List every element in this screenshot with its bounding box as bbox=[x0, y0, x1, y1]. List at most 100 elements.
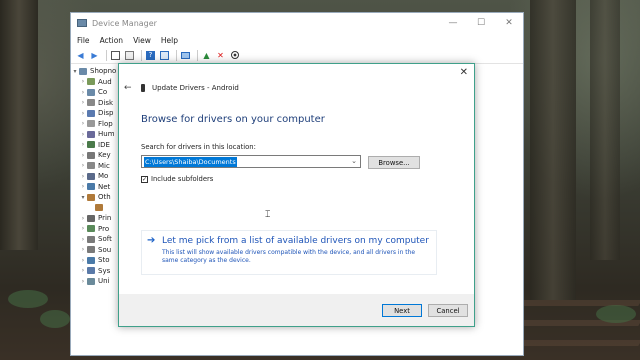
back-arrow-button[interactable]: ← bbox=[124, 83, 132, 93]
minimize-button[interactable]: — bbox=[439, 18, 467, 28]
device-category-icon bbox=[87, 246, 95, 254]
close-window-button[interactable]: ✕ bbox=[495, 18, 523, 28]
tree-item-label: Oth bbox=[98, 193, 111, 202]
toolbar: ◀ ▶ ? ▲ ✕ bbox=[71, 47, 523, 64]
device-category-icon bbox=[95, 204, 103, 212]
tree-item-label: Key bbox=[98, 151, 111, 160]
include-subfolders-checkbox[interactable]: ✓ bbox=[141, 175, 148, 183]
pick-from-list-option[interactable]: ➔ Let me pick from a list of available d… bbox=[141, 230, 437, 275]
disable-device-icon[interactable] bbox=[229, 50, 240, 61]
browse-button[interactable]: Browse... bbox=[368, 156, 420, 169]
chevron-right-icon[interactable]: › bbox=[79, 141, 87, 148]
chevron-right-icon[interactable]: › bbox=[79, 131, 87, 138]
chevron-right-icon[interactable]: › bbox=[79, 162, 87, 169]
chevron-right-icon[interactable]: › bbox=[79, 215, 87, 222]
tree-item-label: Disk bbox=[98, 98, 114, 107]
tree-item-label: Mic bbox=[98, 161, 110, 170]
include-subfolders-label: Include subfolders bbox=[151, 175, 214, 183]
chevron-right-icon[interactable]: › bbox=[79, 257, 87, 264]
search-location-label: Search for drivers in this location: bbox=[141, 143, 256, 151]
tree-item-label: IDE bbox=[98, 140, 110, 149]
device-category-icon bbox=[87, 172, 95, 180]
dialog-title-text: Update Drivers - Android bbox=[152, 84, 239, 92]
chevron-right-icon[interactable]: › bbox=[79, 236, 87, 243]
menu-view[interactable]: View bbox=[133, 36, 151, 45]
help-icon[interactable]: ? bbox=[145, 50, 156, 61]
tree-item-label: Disp bbox=[98, 109, 114, 118]
chevron-right-icon[interactable]: › bbox=[79, 152, 87, 159]
driver-path-value[interactable]: C:\Users\Shaiba\Documents bbox=[144, 156, 237, 167]
driver-path-combobox[interactable]: C:\Users\Shaiba\Documents ⌄ bbox=[141, 155, 361, 168]
chevron-right-icon[interactable]: › bbox=[79, 278, 87, 285]
chevron-down-icon[interactable]: ▾ bbox=[71, 68, 79, 75]
tree-item-label: Uni bbox=[98, 277, 110, 286]
chevron-right-icon[interactable]: › bbox=[79, 89, 87, 96]
forward-arrow-icon[interactable]: ▶ bbox=[89, 50, 100, 61]
phone-icon bbox=[141, 84, 145, 92]
update-driver-icon[interactable] bbox=[159, 50, 170, 61]
dialog-close-button[interactable]: ✕ bbox=[460, 67, 468, 78]
tree-item-label: Prin bbox=[98, 214, 112, 223]
chevron-right-icon[interactable]: › bbox=[79, 173, 87, 180]
properties-icon[interactable] bbox=[124, 50, 135, 61]
device-category-icon bbox=[87, 78, 95, 86]
chevron-right-icon[interactable]: › bbox=[79, 267, 87, 274]
menu-help[interactable]: Help bbox=[161, 36, 178, 45]
device-manager-icon bbox=[77, 19, 87, 27]
back-arrow-icon[interactable]: ◀ bbox=[75, 50, 86, 61]
chevron-right-icon[interactable]: › bbox=[79, 120, 87, 127]
maximize-button[interactable]: ☐ bbox=[467, 18, 495, 28]
uninstall-x-icon[interactable]: ✕ bbox=[215, 50, 226, 61]
window-title: Device Manager bbox=[92, 18, 157, 28]
include-subfolders-option[interactable]: ✓ Include subfolders bbox=[141, 175, 213, 183]
show-hide-tree-icon[interactable] bbox=[110, 50, 121, 61]
menu-bar: File Action View Help bbox=[71, 33, 523, 47]
tree-item-label: Sou bbox=[98, 245, 112, 254]
next-button[interactable]: Next bbox=[382, 304, 422, 317]
device-category-icon bbox=[87, 225, 95, 233]
chevron-down-icon[interactable]: ⌄ bbox=[351, 157, 357, 165]
title-bar: Device Manager — ☐ ✕ bbox=[71, 13, 523, 33]
mouse-cursor-icon: ⌶ bbox=[265, 210, 271, 220]
cancel-button[interactable]: Cancel bbox=[428, 304, 468, 317]
add-driver-icon[interactable]: ▲ bbox=[201, 50, 212, 61]
scan-hardware-icon[interactable] bbox=[180, 50, 191, 61]
tree-item-label: Sto bbox=[98, 256, 110, 265]
tree-item-label: Mo bbox=[98, 172, 109, 181]
dialog-title: Update Drivers - Android bbox=[141, 84, 239, 92]
chevron-right-icon[interactable]: › bbox=[79, 246, 87, 253]
chevron-down-icon[interactable]: ▾ bbox=[79, 194, 87, 201]
tree-item-label: Hum bbox=[98, 130, 115, 139]
device-category-icon bbox=[87, 235, 95, 243]
menu-file[interactable]: File bbox=[77, 36, 90, 45]
device-category-icon bbox=[87, 162, 95, 170]
tree-item-label: Sys bbox=[98, 266, 111, 275]
chevron-right-icon[interactable]: › bbox=[79, 78, 87, 85]
tree-item-label: Aud bbox=[98, 77, 112, 86]
pick-from-list-title[interactable]: Let me pick from a list of available dri… bbox=[162, 236, 429, 246]
chevron-right-icon[interactable]: › bbox=[79, 99, 87, 106]
dialog-footer: Next Cancel bbox=[119, 294, 474, 326]
device-category-icon bbox=[87, 214, 95, 222]
device-category-icon bbox=[87, 151, 95, 159]
page-heading: Browse for drivers on your computer bbox=[141, 114, 325, 125]
chevron-right-icon[interactable]: › bbox=[79, 110, 87, 117]
device-category-icon bbox=[87, 120, 95, 128]
device-category-icon bbox=[87, 130, 95, 138]
tree-item-label: Co bbox=[98, 88, 108, 97]
pick-from-list-description: This list will show available drivers co… bbox=[162, 249, 416, 264]
arrow-right-icon: ➔ bbox=[147, 235, 156, 246]
tree-root-label: Shopno bbox=[90, 67, 117, 76]
tree-item-label: Soft bbox=[98, 235, 112, 244]
device-category-icon bbox=[87, 109, 95, 117]
update-drivers-dialog: ✕ ← Update Drivers - Android Browse for … bbox=[118, 63, 475, 327]
device-category-icon bbox=[87, 193, 95, 201]
device-category-icon bbox=[87, 256, 95, 264]
chevron-right-icon[interactable]: › bbox=[79, 183, 87, 190]
device-category-icon bbox=[87, 99, 95, 107]
device-category-icon bbox=[87, 141, 95, 149]
device-category-icon bbox=[87, 183, 95, 191]
chevron-right-icon[interactable]: › bbox=[79, 225, 87, 232]
tree-item-label: Pro bbox=[98, 224, 110, 233]
menu-action[interactable]: Action bbox=[100, 36, 124, 45]
